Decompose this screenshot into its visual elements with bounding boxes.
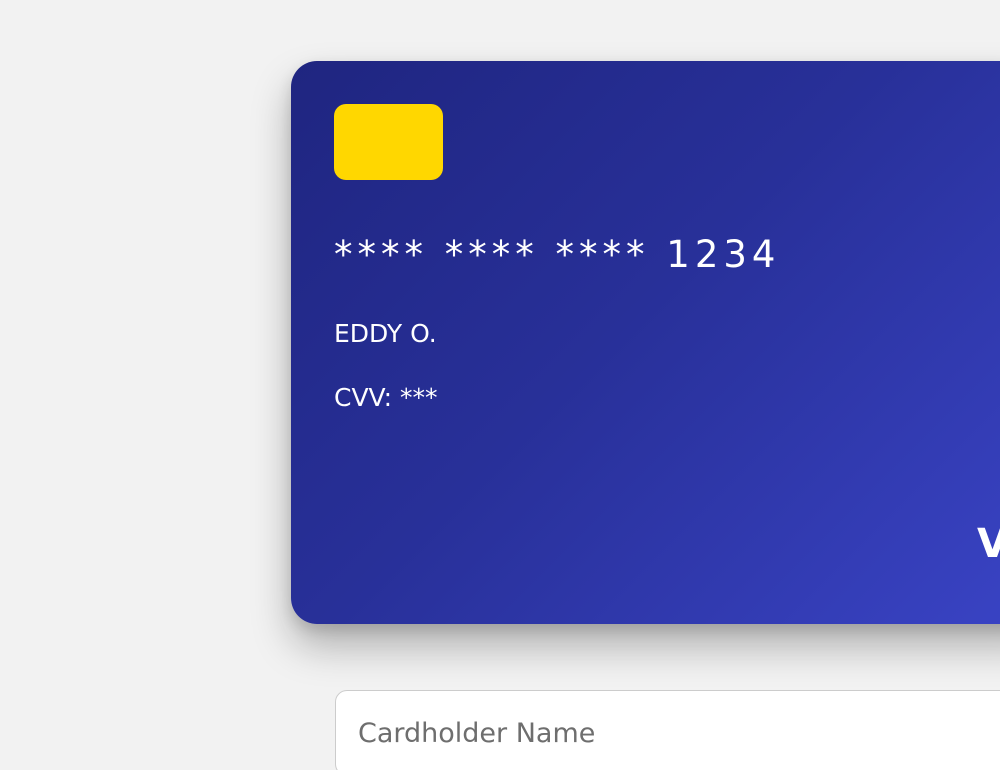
card-number: **** **** **** 1234 [334, 233, 781, 276]
credit-card-preview: **** **** **** 1234 EDDY O. CVV: *** VIS… [291, 61, 1000, 624]
cardholder-name-input[interactable] [335, 690, 1000, 770]
page-viewport: **** **** **** 1234 EDDY O. CVV: *** VIS… [0, 0, 1000, 770]
card-cvv: CVV: *** [334, 383, 438, 412]
card-brand-logo: VISA [977, 521, 1000, 567]
card-chip-icon [334, 104, 443, 180]
card-holder-name: EDDY O. [334, 319, 437, 348]
